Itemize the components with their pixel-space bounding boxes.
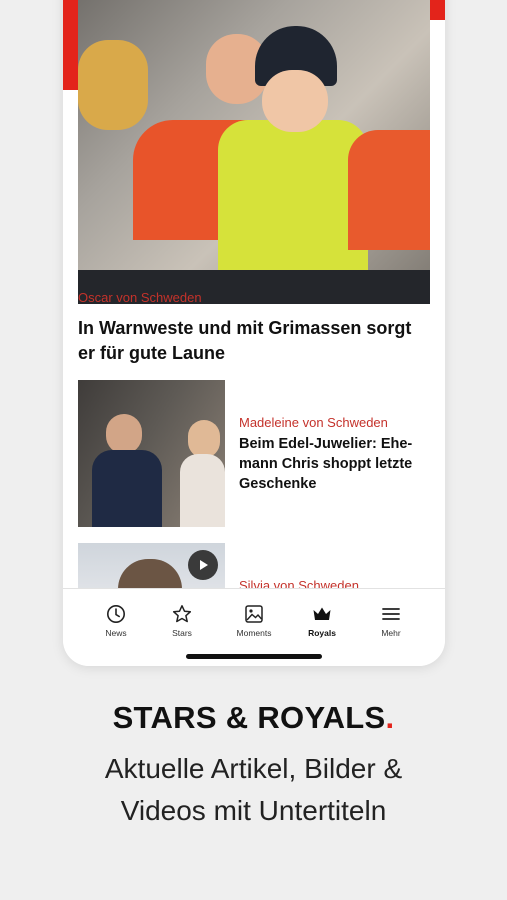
tab-label: Stars bbox=[172, 628, 192, 638]
home-indicator[interactable] bbox=[186, 654, 322, 659]
tab-stars[interactable]: Stars bbox=[152, 589, 212, 639]
crown-icon bbox=[313, 607, 331, 620]
accent-strip-left bbox=[63, 0, 78, 90]
tab-label: Royals bbox=[308, 628, 336, 638]
accent-strip-right bbox=[430, 0, 445, 20]
article-thumbnail[interactable] bbox=[78, 380, 225, 527]
promo-title: STARS & ROYALS. bbox=[0, 700, 507, 736]
promo-subtitle-line: Aktuelle Artikel, Bilder & bbox=[104, 753, 403, 784]
clock-icon bbox=[107, 605, 125, 623]
tab-label: News bbox=[105, 628, 127, 638]
phone-frame: Oscar von Schweden In Warnweste und mit … bbox=[63, 0, 445, 666]
star-icon bbox=[172, 605, 192, 623]
tab-royals[interactable]: Royals bbox=[292, 589, 352, 639]
menu-icon bbox=[382, 608, 400, 620]
image-icon bbox=[245, 605, 263, 623]
article-title[interactable]: Beim Edel-Juwelier: Ehe-mann Chris shopp… bbox=[239, 434, 429, 494]
promo-title-dot: . bbox=[385, 700, 395, 735]
hero-image[interactable] bbox=[78, 0, 430, 304]
tab-moments[interactable]: Moments bbox=[224, 589, 284, 639]
tab-label: Moments bbox=[236, 628, 272, 638]
play-icon[interactable] bbox=[188, 550, 218, 580]
hero-headline[interactable]: In Warnweste und mit Grimassen sorgt er … bbox=[78, 316, 430, 366]
hero-kicker[interactable]: Oscar von Schweden bbox=[78, 290, 202, 305]
promo-subtitle-line: Videos mit Untertiteln bbox=[120, 795, 387, 826]
bottom-tab-bar: News Stars Moments Royals Mehr bbox=[63, 588, 445, 666]
tab-label: Mehr bbox=[381, 628, 401, 638]
promo-subtitle: Aktuelle Artikel, Bilder & Videos mit Un… bbox=[0, 748, 507, 832]
promo-title-text: STARS & ROYALS bbox=[112, 700, 386, 735]
tab-news[interactable]: News bbox=[86, 589, 146, 639]
article-kicker[interactable]: Madeleine von Schweden bbox=[239, 415, 388, 430]
tab-mehr[interactable]: Mehr bbox=[361, 589, 421, 639]
